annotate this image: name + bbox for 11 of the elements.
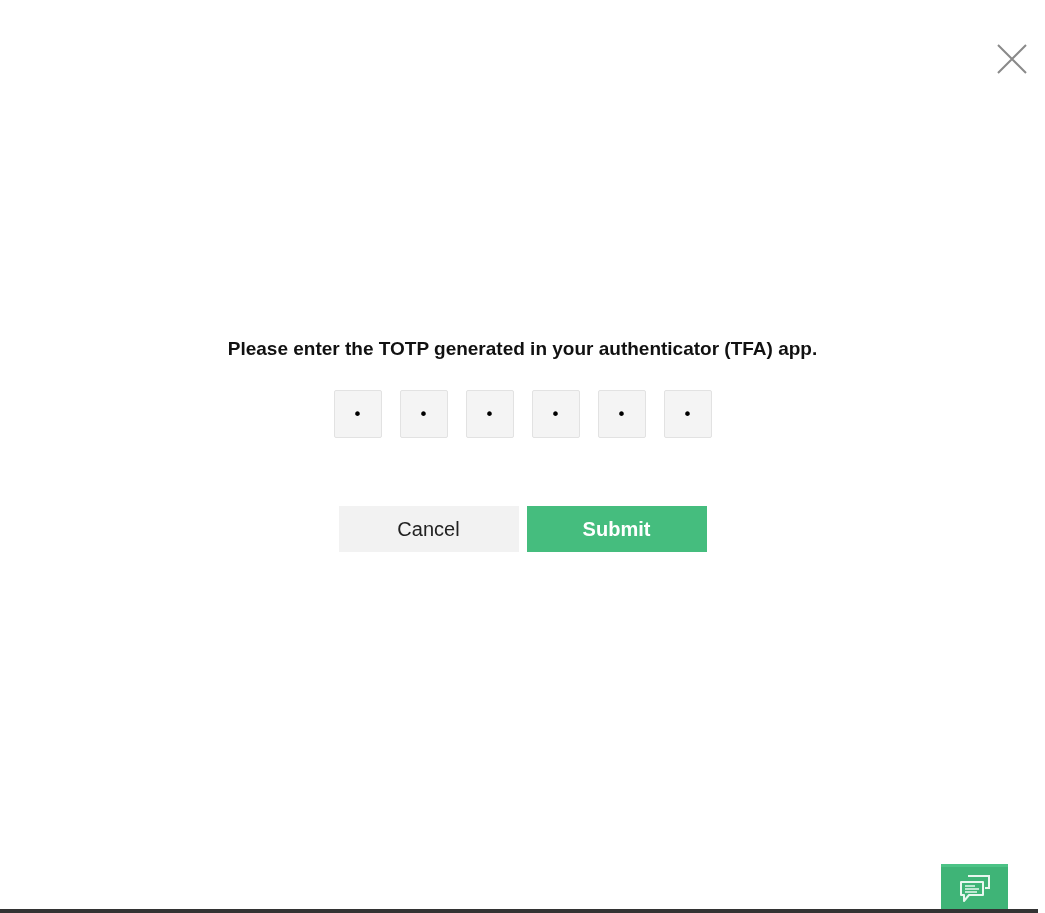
close-icon [997,44,1027,74]
prompt-text: Please enter the TOTP generated in your authenticator (TFA) app. [227,337,818,361]
code-digit-field[interactable]: • [333,390,382,438]
code-digit-field[interactable]: • [399,390,448,438]
chat-button[interactable] [941,864,1008,910]
chat-bubbles-icon [957,872,992,905]
code-digit-field[interactable]: • [597,390,646,438]
cancel-button[interactable]: Cancel [338,506,519,552]
code-digit-field[interactable]: • [663,390,712,438]
code-digit-field[interactable]: • [531,390,580,438]
code-digit-field[interactable]: • [465,390,514,438]
